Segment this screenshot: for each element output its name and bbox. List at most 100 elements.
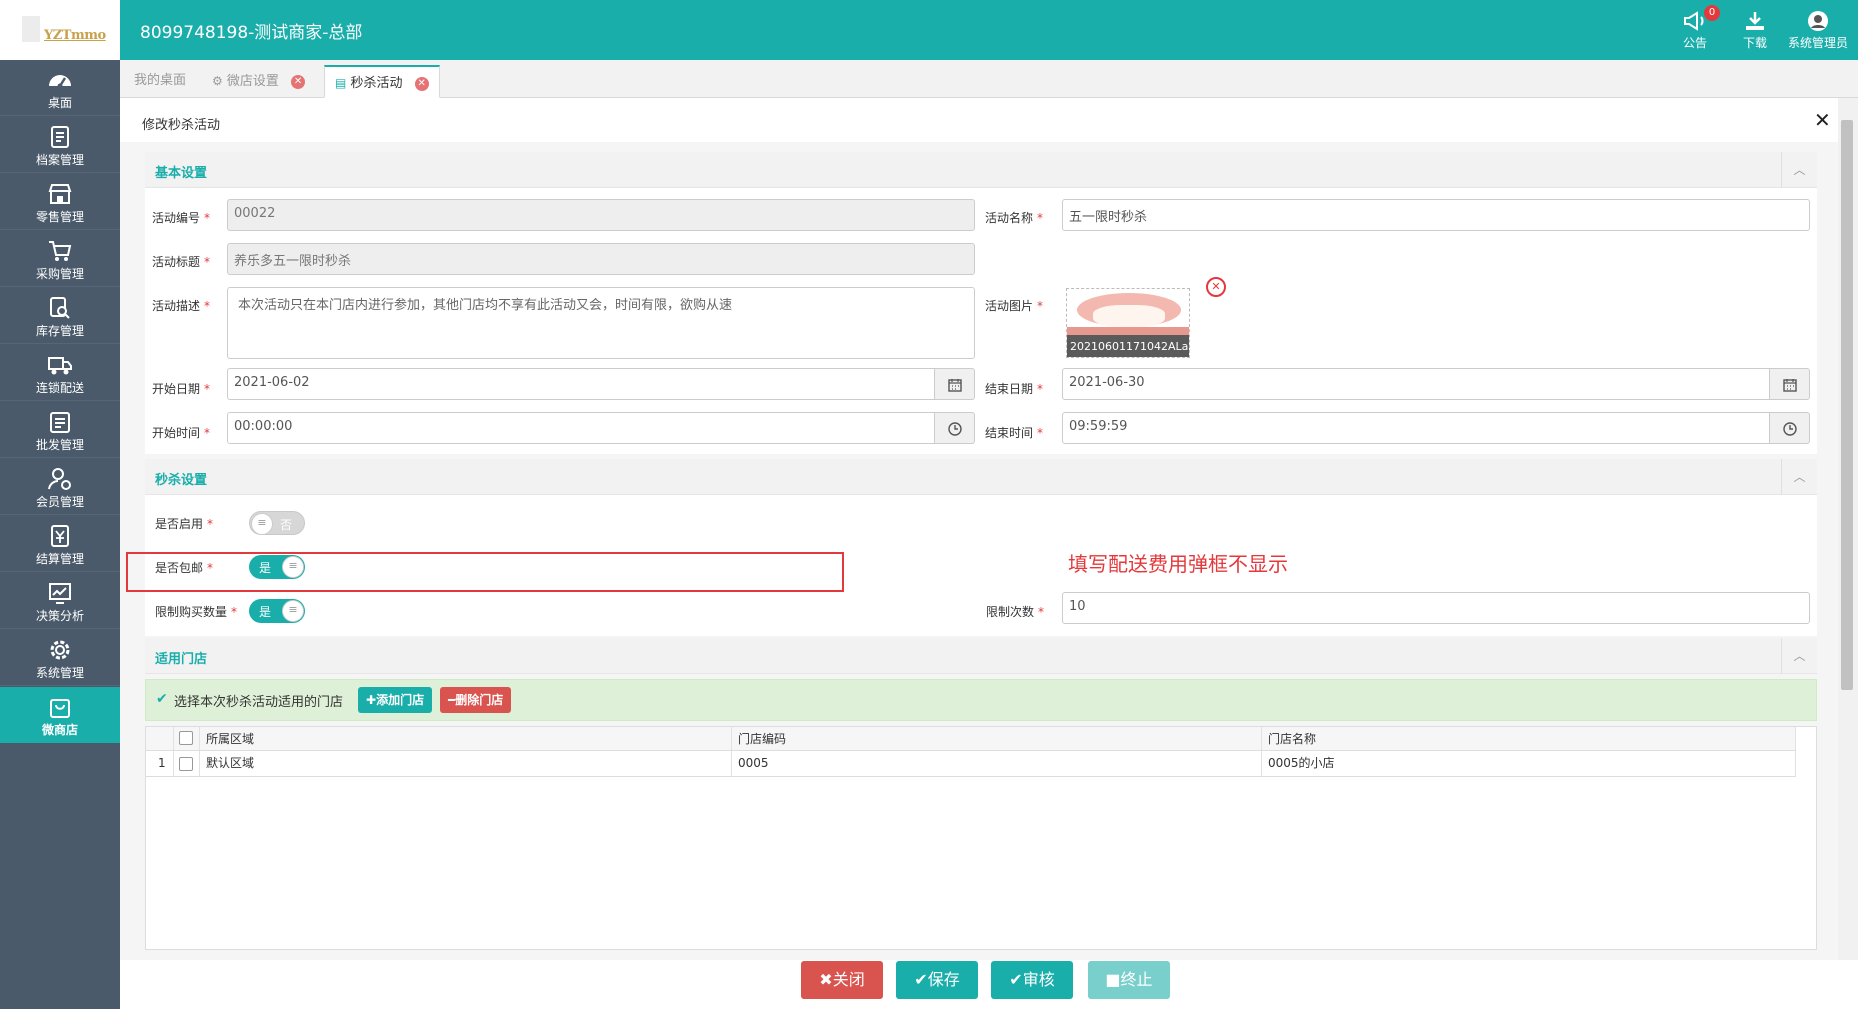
truck-icon xyxy=(48,357,72,375)
clock-icon xyxy=(1783,422,1797,436)
audit-button[interactable]: ✔审核 xyxy=(991,961,1073,999)
activity-code-field[interactable]: 00022 xyxy=(227,199,975,231)
end-time-picker-button[interactable] xyxy=(1770,412,1810,444)
tab-close-icon[interactable]: ✕ xyxy=(414,76,429,91)
column-header-name[interactable]: 门店名称 xyxy=(1262,727,1796,750)
user-menu[interactable]: 系统管理员 xyxy=(1788,10,1848,51)
sidebar-item-system[interactable]: 系统管理 xyxy=(0,630,120,686)
enable-label: 是否启用 * xyxy=(155,517,214,531)
app-title: 8099748198-测试商家-总部 xyxy=(140,23,363,43)
activity-desc-textarea[interactable]: 本次活动只在本门店内进行参加，其他门店均不享有此活动又会，时间有限，欲购从速 xyxy=(227,287,975,359)
limit-count-field[interactable]: 10 xyxy=(1062,592,1810,624)
sidebar-item-label: 桌面 xyxy=(47,96,72,110)
chevron-up-icon[interactable]: ︿ xyxy=(1781,152,1817,188)
sidebar-item-desktop[interactable]: 桌面 xyxy=(0,60,120,116)
stop-icon: ■ xyxy=(1105,970,1121,989)
sidebar-item-analysis[interactable]: 决策分析 xyxy=(0,573,120,629)
scrollbar-thumb[interactable] xyxy=(1841,120,1853,690)
section-basic-settings: 基本设置 ︿ xyxy=(145,152,1817,188)
sidebar-item-distribution[interactable]: 连锁配送 xyxy=(0,345,120,401)
calendar-icon xyxy=(1783,379,1797,392)
user-name: 系统管理员 xyxy=(1788,36,1849,50)
add-store-button[interactable]: ✚添加门店 xyxy=(358,687,433,713)
select-all-checkbox[interactable] xyxy=(179,731,193,745)
select-all-cell xyxy=(174,727,200,750)
tab-my-desktop[interactable]: 我的桌面 xyxy=(124,65,196,98)
tab-close-icon[interactable]: ✕ xyxy=(291,74,306,89)
sidebar: 桌面 档案管理 零售管理 采购管理 库存管理 连锁配送 批发管理 会员管理 结算… xyxy=(0,60,120,1009)
notice-label: 公告 xyxy=(1682,36,1707,50)
purchase-limit-toggle[interactable]: 是 ≡ xyxy=(249,599,305,623)
activity-name-field[interactable]: 五一限时秒杀 xyxy=(1062,199,1810,231)
section-title: 适用门店 xyxy=(155,652,208,667)
end-time-field[interactable]: 09:59:59 xyxy=(1062,412,1770,444)
activity-title-label: 活动标题 * xyxy=(152,255,211,269)
shop-bag-icon xyxy=(50,699,70,718)
activity-image-label: 活动图片 * xyxy=(985,299,1044,313)
inventory-icon xyxy=(50,297,70,319)
column-header-area[interactable]: 所属区域 xyxy=(200,727,732,750)
notice-count-badge: 0 xyxy=(1704,5,1720,21)
avatar-icon xyxy=(1808,11,1828,31)
activity-image-thumbnail[interactable]: 20210601171042ALauo.gif xyxy=(1066,288,1190,358)
dashboard-icon xyxy=(49,75,71,89)
top-header: YZTmmo 8099748198-测试商家-总部 0 公告 下载 系统管理员 xyxy=(0,0,1858,60)
settlement-icon xyxy=(51,525,69,547)
table-header: 所属区域 门店编码 门店名称 xyxy=(146,727,1796,751)
table-row[interactable]: 1 默认区域 0005 0005的小店 xyxy=(146,751,1796,777)
clock-icon xyxy=(948,422,962,436)
toggle-knob-icon: ≡ xyxy=(251,513,273,535)
calendar-icon xyxy=(948,379,962,392)
sidebar-item-label: 系统管理 xyxy=(35,666,84,680)
list-icon: ▤ xyxy=(335,76,347,90)
tab-label: 微店设置 xyxy=(226,74,279,89)
column-header-code[interactable]: 门店编码 xyxy=(732,727,1262,750)
sidebar-item-wholesale[interactable]: 批发管理 xyxy=(0,402,120,458)
enable-toggle[interactable]: ≡ 否 xyxy=(249,511,305,535)
sidebar-item-inventory[interactable]: 库存管理 xyxy=(0,288,120,344)
sidebar-item-member[interactable]: 会员管理 xyxy=(0,459,120,515)
gear-icon: ⚙ xyxy=(212,74,223,88)
gear-icon xyxy=(50,640,70,660)
close-button[interactable]: ✖关闭 xyxy=(801,961,883,999)
section-flash-settings: 秒杀设置 ︿ xyxy=(145,459,1817,495)
logo[interactable]: YZTmmo xyxy=(0,0,120,60)
save-button[interactable]: ✔保存 xyxy=(896,961,978,999)
activity-title-field[interactable]: 养乐多五一限时秒杀 xyxy=(227,243,975,275)
download-button[interactable]: 下载 xyxy=(1742,10,1768,51)
sidebar-item-label: 零售管理 xyxy=(35,210,84,224)
tab-shop-settings[interactable]: ⚙ 微店设置 ✕ xyxy=(202,65,315,98)
limit-count-label: 限制次数 * xyxy=(986,605,1045,619)
sidebar-item-archive[interactable]: 档案管理 xyxy=(0,117,120,173)
check-icon: ✔ xyxy=(1009,970,1023,989)
toggle-text: 是 xyxy=(259,605,272,619)
chevron-up-icon[interactable]: ︿ xyxy=(1781,459,1817,495)
start-date-field[interactable]: 2021-06-02 xyxy=(227,368,935,400)
sidebar-item-micro-shop[interactable]: 微商店 xyxy=(0,687,120,743)
sidebar-item-retail[interactable]: 零售管理 xyxy=(0,174,120,230)
sidebar-item-settlement[interactable]: 结算管理 xyxy=(0,516,120,572)
cell-code: 0005 xyxy=(732,751,1262,776)
remove-image-icon[interactable]: ✕ xyxy=(1206,277,1226,297)
row-number: 1 xyxy=(146,751,174,776)
annotation-text: 填写配送费用弹框不显示 xyxy=(1068,552,1288,576)
row-number-header xyxy=(146,727,174,750)
start-time-picker-button[interactable] xyxy=(935,412,975,444)
delete-store-button[interactable]: ━删除门店 xyxy=(440,687,512,713)
purchase-limit-label: 限制购买数量 * xyxy=(155,605,238,619)
activity-desc-label: 活动描述 * xyxy=(152,299,211,313)
end-date-field[interactable]: 2021-06-30 xyxy=(1062,368,1770,400)
store-icon xyxy=(48,184,72,204)
logo-mark xyxy=(22,16,40,42)
start-date-picker-button[interactable] xyxy=(935,368,975,400)
start-time-field[interactable]: 00:00:00 xyxy=(227,412,935,444)
end-time-label: 结束时间 * xyxy=(985,426,1044,440)
row-checkbox[interactable] xyxy=(179,757,193,771)
sidebar-item-purchase[interactable]: 采购管理 xyxy=(0,231,120,287)
end-date-picker-button[interactable] xyxy=(1770,368,1810,400)
stop-button[interactable]: ■终止 xyxy=(1088,961,1170,999)
notice-button[interactable]: 0 公告 xyxy=(1682,5,1720,51)
close-icon[interactable]: ✕ xyxy=(1814,108,1831,132)
tab-flash-sale[interactable]: ▤ 秒杀活动 ✕ xyxy=(324,65,440,98)
chevron-up-icon[interactable]: ︿ xyxy=(1781,638,1817,674)
